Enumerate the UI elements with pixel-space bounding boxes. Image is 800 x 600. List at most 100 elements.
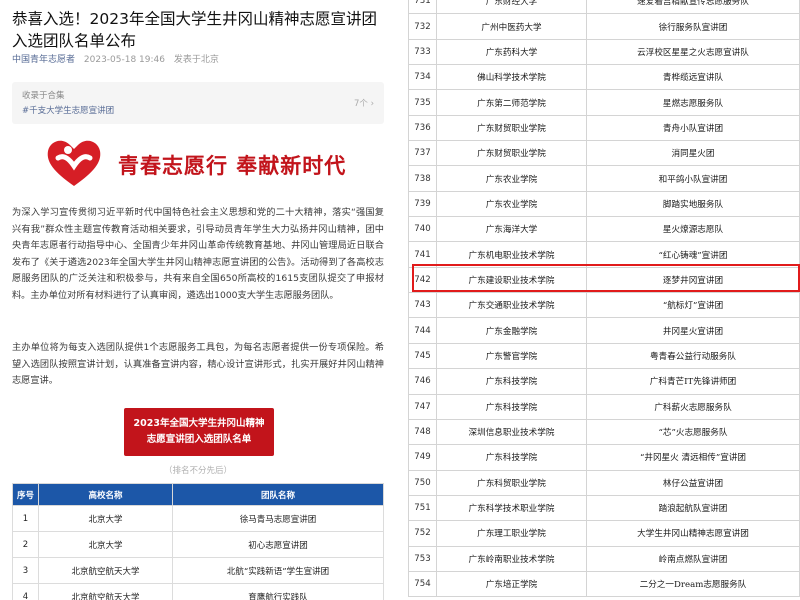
table-row: 740 广东海洋大学 星火燎源志愿队 [408,216,800,243]
row-school: 广东科技学院 [436,444,587,471]
row-team: “井冈星火 清远相传”宣讲团 [586,444,800,471]
row-team: 粤青春公益行动服务队 [586,342,800,370]
row-number: 739 [408,190,437,218]
collection-tag[interactable]: #千支大学生志愿宣讲团 [22,104,114,116]
table-row: 752 广东理工职业学院 大学生井冈山精神志愿宣讲团 [408,520,800,547]
row-number: 743 [408,292,437,319]
table-row: 751 广东科学技术职业学院 踏浪起航队宣讲团 [408,494,800,522]
row-number: 1 [12,505,39,532]
article-title: 恭喜入选！2023年全国大学生井冈山精神志愿宣讲团入选团队名单公布 [12,10,377,50]
banner-slogan: 青春志愿行 奉献新时代 [118,153,347,178]
row-team: 云浮校区星星之火志愿宣讲队 [586,38,800,66]
row-school: 广东科技学院 [436,368,587,395]
row-team: “航标灯”宣讲团 [586,292,800,319]
row-team: 林仔公益宣讲团 [586,469,800,496]
row-number: 754 [408,570,437,598]
row-number: 736 [408,114,437,142]
row-number: 744 [408,317,437,344]
row-school: 广东培正学院 [436,570,587,598]
header-team: 团队名称 [172,483,384,506]
team-list-table: 序号 高校名称 团队名称 1 北京大学 徐马青马志愿宣讲团 2 北京大学 初心志… [12,483,384,600]
row-team: 徐行服务队宣讲团 [586,13,800,40]
row-number: 749 [408,444,437,471]
row-number: 737 [408,140,437,167]
row-team: 二分之一Dream志愿服务队 [586,570,800,598]
row-school: 广东岭南职业技术学院 [436,545,587,572]
row-team: 和平鸽小队宣讲团 [586,165,800,192]
publish-location: 发表于北京 [173,55,219,65]
row-school: 广东农业学院 [436,165,587,192]
header-school: 高校名称 [38,483,173,506]
row-number: 4 [12,583,39,600]
table-row: 745 广东警官学院 粤青春公益行动服务队 [408,342,800,370]
row-number: 741 [408,241,437,268]
table-row: 754 广东培正学院 二分之一Dream志愿服务队 [408,570,800,598]
row-number: 2 [12,531,39,558]
table-row: 742 广东建设职业技术学院 逐梦井冈宣讲团 [408,266,800,294]
collection-card[interactable]: 收录于合集 #千支大学生志愿宣讲团 7个 › [12,82,384,124]
table-row: 732 广州中医药大学 徐行服务队宣讲团 [408,13,800,40]
list-title-line2: 志愿宣讲团入选团队名单 [146,434,252,445]
row-team: 青桦缆远宣讲队 [586,64,800,91]
row-school: 广东药科大学 [436,38,587,66]
article-panel: 恭喜入选！2023年全国大学生井冈山精神志愿宣讲团入选团队名单公布 中国青年志愿… [0,0,396,600]
list-note: （排名不分先后） [163,466,232,476]
row-school: 广东财贸职业学院 [436,140,587,167]
row-team: 逐梦井冈宣讲团 [586,266,800,294]
row-school: 广东科技学院 [436,393,587,420]
row-number: 753 [408,545,437,572]
row-school: 深圳信息职业技术学院 [436,418,587,446]
row-number: 752 [408,520,437,547]
table-row: 733 广东药科大学 云浮校区星星之火志愿宣讲队 [408,38,800,66]
row-team: 青舟小队宣讲团 [586,114,800,142]
table-row: 743 广东交通职业技术学院 “航标灯”宣讲团 [408,292,800,319]
row-school: 广东第二师范学院 [436,89,587,116]
table-row: 747 广东科技学院 广科薪火志愿服务队 [408,393,800,420]
row-school: 广东交通职业技术学院 [436,292,587,319]
row-number: 745 [408,342,437,370]
row-number: 740 [408,216,437,243]
row-team: 消同星火团 [586,140,800,167]
row-team: 大学生井冈山精神志愿宣讲团 [586,520,800,547]
row-number: 733 [408,38,437,66]
collection-label: 收录于合集 [22,91,65,101]
row-number: 750 [408,469,437,496]
row-school: 广东科学技术职业学院 [436,494,587,522]
row-team: 星燃志愿服务队 [586,89,800,116]
author-link[interactable]: 中国青年志愿者 [12,55,75,65]
table-row: 748 深圳信息职业技术学院 “芯”火志愿服务队 [408,418,800,446]
table-row: 746 广东科技学院 广科青芒IT先锋讲师团 [408,368,800,395]
row-number: 748 [408,418,437,446]
row-school: 广东警官学院 [436,342,587,370]
row-team: 广科薪火志愿服务队 [586,393,800,420]
row-team: 育鹰航行实践队 [172,583,384,600]
table-row: 1 北京大学 徐马青马志愿宣讲团 [12,505,384,532]
table-row: 4 北京航空航天大学 育鹰航行实践队 [12,583,384,600]
row-number: 731 [408,0,437,15]
row-school: 广东农业学院 [436,190,587,218]
row-number: 738 [408,165,437,192]
header-number: 序号 [12,483,39,506]
row-team: 踏浪起航队宣讲团 [586,494,800,522]
table-row: 737 广东财贸职业学院 消同星火团 [408,140,800,167]
row-team: 徐马青马志愿宣讲团 [172,505,384,532]
row-team: 井冈星火宣讲团 [586,317,800,344]
row-school: 广东建设职业技术学院 [436,266,587,294]
table-row: 736 广东财贸职业学院 青舟小队宣讲团 [408,114,800,142]
row-team: “芯”火志愿服务队 [586,418,800,446]
row-school: 佛山科学技术学院 [436,64,587,91]
row-team: “红心铸魂”宣讲团 [586,241,800,268]
list-title-line1: 2023年全国大学生井冈山精神 [133,418,265,429]
row-school: 广东财经大学 [436,0,587,15]
row-number: 751 [408,494,437,522]
row-number: 746 [408,368,437,395]
row-number: 3 [12,557,39,584]
table-row: 735 广东第二师范学院 星燃志愿服务队 [408,89,800,116]
table-row: 741 广东机电职业技术学院 “红心铸魂”宣讲团 [408,241,800,268]
table-row: 744 广东金融学院 井冈星火宣讲团 [408,317,800,344]
article-meta: 中国青年志愿者 2023-05-18 19:46 发表于北京 [12,52,219,65]
row-team: 脚踏实地服务队 [586,190,800,218]
collection-count: 7个 › [353,99,374,109]
row-number: 732 [408,13,437,40]
row-number: 735 [408,89,437,116]
